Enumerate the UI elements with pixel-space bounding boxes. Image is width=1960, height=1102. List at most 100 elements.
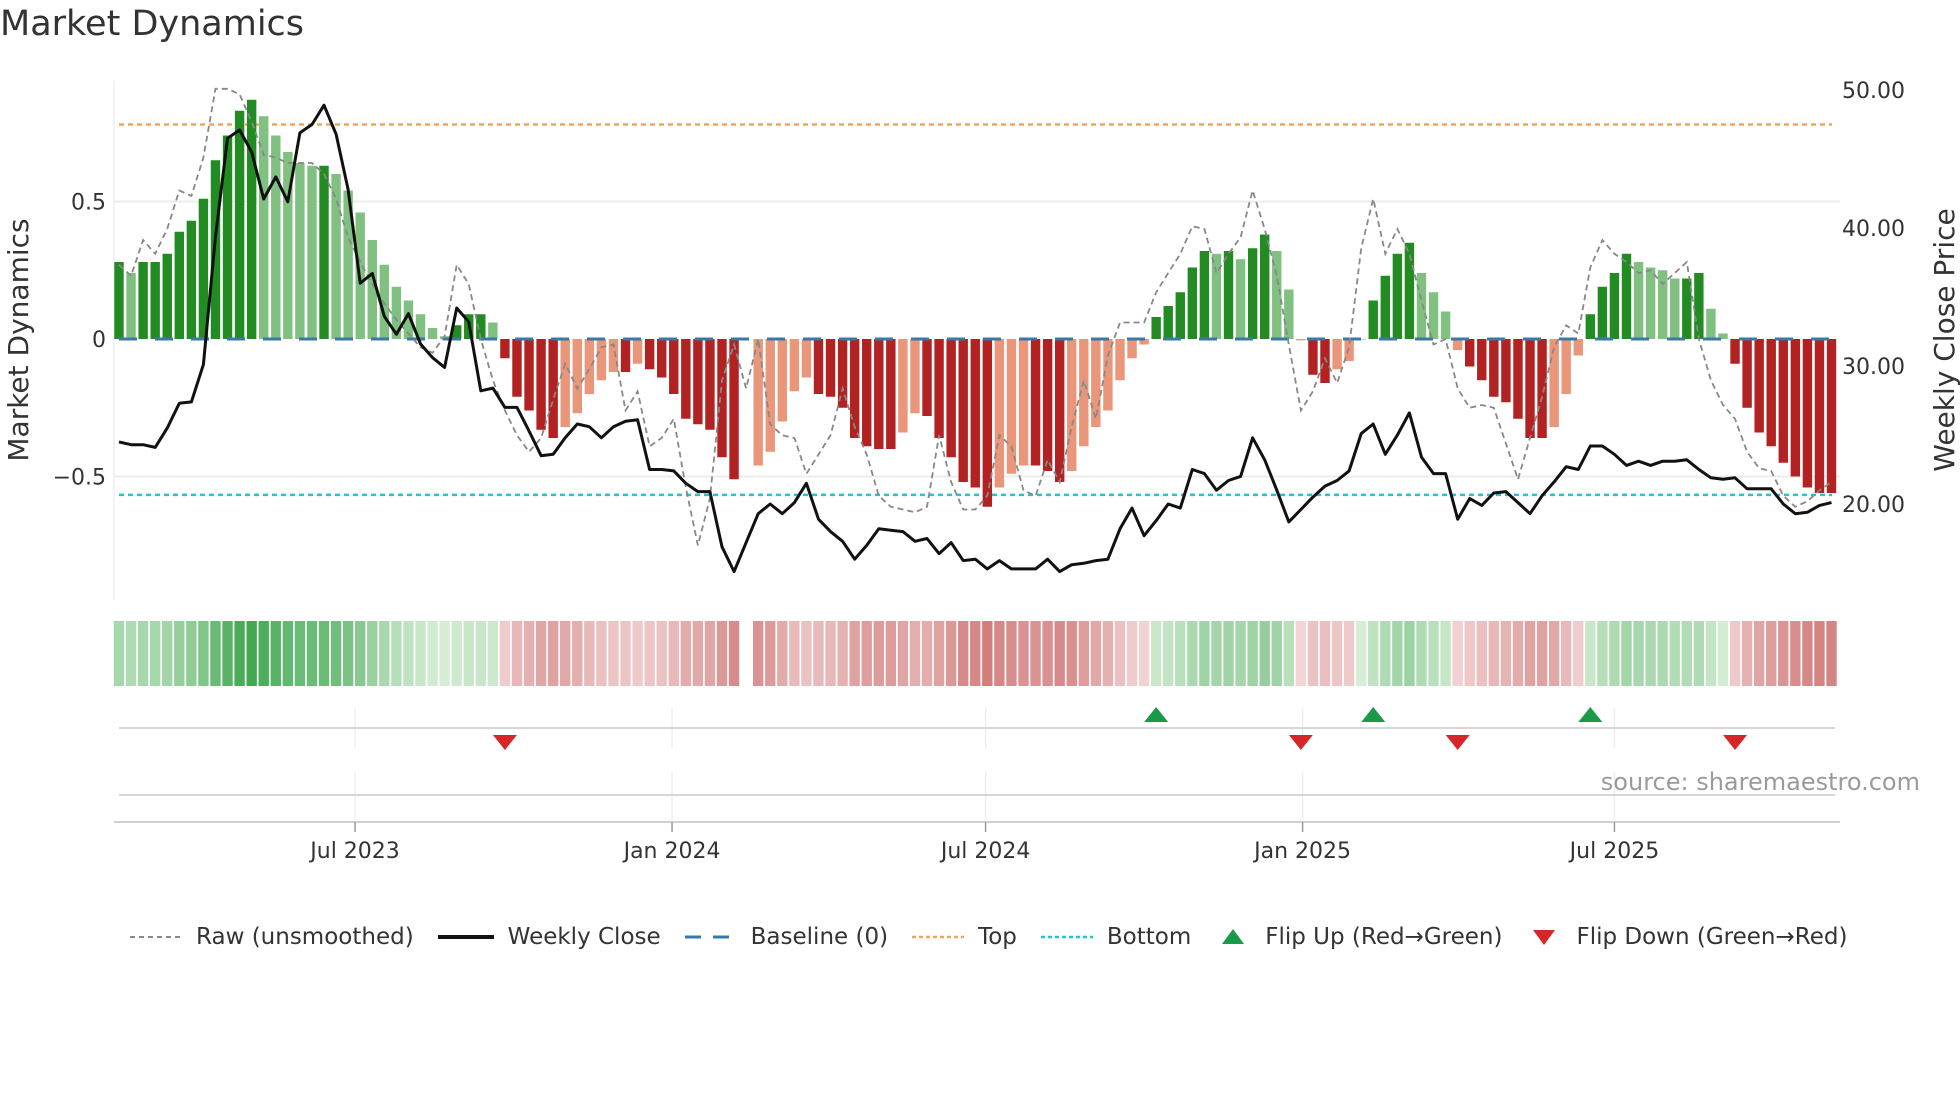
heat-strip-cell	[1235, 621, 1246, 686]
dynamics-bar	[512, 339, 522, 397]
heat-strip-cell	[1066, 621, 1077, 686]
heat-strip-cell	[1753, 621, 1765, 686]
dynamics-bars	[114, 99, 1837, 507]
dynamics-bar	[958, 339, 968, 482]
dynamics-bar	[1392, 253, 1403, 339]
dynamics-bar	[922, 339, 932, 416]
heat-strip-cell	[1319, 621, 1331, 686]
heat-strip-cell	[933, 621, 945, 686]
x-tick-label: Jul 2023	[308, 839, 400, 864]
dynamics-bar	[1247, 248, 1258, 339]
heat-strip-cell	[379, 621, 390, 686]
heat-strip-cell	[1802, 621, 1813, 686]
heat-strip-cell	[1536, 621, 1548, 686]
dynamics-bar	[620, 339, 631, 372]
dynamics-bar	[174, 231, 184, 339]
dynamics-bar	[186, 220, 197, 339]
heat-strip-cell	[125, 621, 137, 686]
heat-strip-cell	[1645, 621, 1656, 686]
dynamics-bar	[1175, 292, 1185, 339]
dynamics-bar	[632, 339, 643, 364]
heat-strip-cell	[945, 621, 957, 686]
dynamics-bar	[500, 339, 510, 359]
x-tick-label: Jan 2025	[1252, 839, 1351, 864]
dynamics-bar	[1151, 317, 1161, 339]
dynamics-bar	[874, 339, 884, 449]
heat-strip-cell	[1259, 621, 1270, 686]
heat-strip-cell	[620, 621, 631, 686]
legend-flip-down[interactable]: Flip Down (Green→Red)	[1524, 924, 1847, 950]
heat-strip-cell	[728, 621, 740, 686]
y-right-tick-label: 40.00	[1842, 217, 1905, 242]
y-right-tick-label: 50.00	[1842, 79, 1905, 104]
dynamics-bar	[729, 339, 739, 480]
flip-down-marker	[1288, 735, 1313, 750]
dynamics-bar	[1187, 267, 1198, 339]
heat-strip-cell	[1597, 621, 1608, 686]
dynamics-bar	[1549, 339, 1559, 427]
dynamics-bar	[1127, 339, 1137, 359]
heat-strip-cell	[1814, 621, 1825, 686]
heat-strip-cell	[716, 621, 728, 686]
dynamics-bar	[1537, 339, 1547, 438]
legend-flip-up[interactable]: Flip Up (Red→Green)	[1213, 924, 1502, 950]
heat-strip-cell	[777, 621, 788, 686]
legend-weekly-close[interactable]: Weekly Close	[436, 924, 661, 950]
dynamics-bar	[970, 339, 980, 488]
legend-bottom[interactable]: Bottom	[1039, 924, 1191, 950]
dynamics-bar	[1513, 339, 1523, 419]
dynamics-bar	[1006, 339, 1017, 474]
legend-top[interactable]: Top	[910, 924, 1017, 950]
solid-line-icon	[437, 935, 494, 939]
dynamics-bar	[1561, 339, 1571, 394]
y-right-tick-label: 30.00	[1842, 355, 1905, 380]
dynamics-bar	[1235, 259, 1246, 339]
heat-strip-cell	[1114, 621, 1126, 686]
dynamics-bar	[813, 339, 824, 394]
heat-strip-cell	[1669, 621, 1680, 686]
dynamics-bar	[488, 322, 498, 339]
dynamics-bar	[777, 339, 787, 422]
heat-strip-cell	[1187, 621, 1198, 686]
dynamics-bar	[1489, 339, 1499, 397]
dynamics-bar	[1585, 314, 1596, 339]
heat-strip-cell	[656, 621, 667, 686]
dashed-line-icon	[684, 935, 737, 939]
heat-strip-cell	[994, 621, 1005, 686]
heat-strip-cell	[1657, 621, 1668, 686]
dynamics-bar	[560, 339, 570, 427]
dynamics-bar	[825, 339, 836, 397]
dynamics-bar	[1428, 292, 1439, 339]
heat-strip-cell	[1343, 621, 1355, 686]
legend-label: Bottom	[1106, 924, 1192, 950]
legend-baseline[interactable]: Baseline (0)	[683, 924, 888, 950]
dynamics-bar	[1814, 339, 1825, 493]
dynamics-bar	[1670, 278, 1680, 339]
triangle-up-icon	[1222, 929, 1245, 944]
heat-strip-cell	[1681, 621, 1692, 686]
heat-strip-cell	[1163, 621, 1174, 686]
heat-strip-cell	[415, 621, 426, 686]
dynamics-bar	[427, 328, 438, 339]
heat-strip-cell	[318, 621, 330, 686]
dynamics-bar	[1115, 339, 1125, 381]
dynamics-bar	[1199, 251, 1210, 339]
heat-strip-cell	[752, 621, 764, 686]
heat-strip-cell	[1030, 621, 1041, 686]
dynamics-bar	[1308, 339, 1318, 375]
heat-strip-cell	[849, 621, 860, 686]
legend-label: Baseline (0)	[750, 924, 889, 950]
heat-strip-cell	[427, 621, 438, 686]
dynamics-bar	[862, 339, 872, 447]
legend-raw[interactable]: Raw (unsmoothed)	[128, 924, 414, 950]
heat-strip-cell	[680, 621, 692, 686]
heat-strip-cell	[1380, 621, 1391, 686]
heat-strip-cell	[1247, 621, 1258, 686]
heat-strip-cell	[210, 621, 221, 686]
dotted-line-icon	[912, 935, 965, 939]
heat-strip-cell	[560, 621, 571, 686]
dynamics-bar	[1501, 339, 1511, 403]
heat-strip-cell	[692, 621, 704, 686]
heat-strip-cell	[270, 621, 281, 686]
heat-strip-cell	[825, 621, 836, 686]
